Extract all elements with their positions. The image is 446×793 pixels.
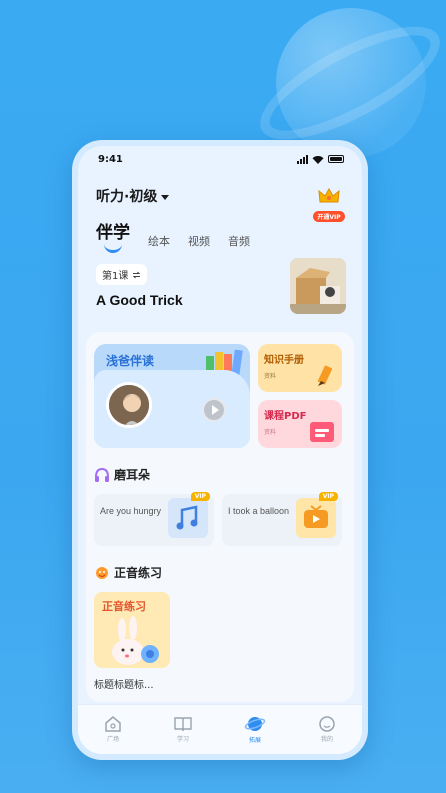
tabbar-item-plaza[interactable]: 广场 (104, 716, 122, 743)
wifi-icon (312, 155, 324, 164)
practice-section-header: 正音练习 (94, 564, 162, 581)
top-tabs: 伴学 绘本 视频 音频 (96, 218, 250, 253)
status-time: 9:41 (98, 153, 123, 165)
bunny-mascot-icon (112, 616, 159, 665)
reader-avatar (106, 382, 152, 428)
course-pdf-card[interactable]: 课程PDF 资料 (258, 400, 342, 448)
tabbar-label: 拓展 (248, 737, 261, 744)
tab-picture-book[interactable]: 绘本 (148, 233, 170, 249)
level-selector[interactable]: 听力·初级 (96, 186, 170, 206)
tabbar-label: 我的 (320, 736, 333, 743)
vip-tag: VIP (318, 492, 338, 501)
signal-icon (297, 154, 308, 164)
reader-card-title: 浅爸伴读 (106, 354, 155, 368)
level-label: 听力·初级 (96, 189, 158, 205)
tabbar-item-study[interactable]: 学习 (174, 716, 192, 743)
audio-item-title: I took a balloon (228, 506, 290, 516)
audio-item[interactable]: Are you hungry VIP (94, 492, 214, 546)
pencil-icon (317, 365, 333, 386)
lesson-cover-image[interactable] (290, 258, 346, 314)
tabbar-item-mine[interactable]: 我的 (318, 716, 336, 743)
document-icon (310, 422, 334, 442)
book-icon (174, 717, 192, 732)
bottom-tab-bar: 广场 学习 拓展 我的 (78, 704, 362, 754)
practice-card-caption: 标题标题标... (94, 680, 154, 691)
practice-section-title: 正音练习 (114, 566, 163, 580)
chevron-down-icon (161, 194, 170, 200)
face-icon (319, 716, 335, 732)
listening-section-title: 磨耳朵 (114, 468, 151, 482)
audio-item[interactable]: I took a balloon VIP (222, 492, 342, 546)
listening-section-header: 磨耳朵 (94, 466, 150, 483)
audio-item-title: Are you hungry (100, 506, 162, 516)
tabbar-item-explore[interactable]: 拓展 (244, 715, 266, 744)
phone-frame: 9:41 听力·初级 开通VIP 伴学 绘本 视频 音频 第1课 A Good … (72, 140, 368, 760)
handbook-sub: 资料 (264, 373, 277, 380)
status-bar: 9:41 (78, 146, 362, 172)
main-content: 浅爸伴读 知识手册 资料 课程PDF 资料 磨耳朵 Are you hungry… (86, 332, 354, 702)
lesson-number: 第1课 (102, 271, 129, 282)
vip-tag: VIP (190, 492, 210, 501)
handbook-title: 知识手册 (264, 355, 304, 366)
background-planet-decoration (276, 8, 426, 158)
pdf-title: 课程PDF (264, 411, 307, 422)
practice-card-label: 正音练习 (102, 600, 146, 613)
tab-audio[interactable]: 音频 (228, 233, 250, 249)
vip-label: 开通VIP (313, 211, 345, 222)
home-icon (105, 716, 121, 732)
tab-companion[interactable]: 伴学 (96, 218, 130, 253)
tabbar-label: 广场 (106, 736, 119, 743)
knowledge-handbook-card[interactable]: 知识手册 资料 (258, 344, 342, 392)
headphones-icon (95, 467, 109, 482)
speaker-face-icon (96, 566, 108, 579)
tabbar-label: 学习 (176, 736, 189, 743)
companion-reading-card[interactable]: 浅爸伴读 (94, 344, 250, 448)
lesson-switch-chip[interactable]: 第1课 (96, 264, 148, 285)
play-button[interactable] (202, 398, 226, 422)
planet-icon (244, 717, 266, 731)
pdf-sub: 资料 (264, 429, 277, 436)
tab-video[interactable]: 视频 (188, 233, 210, 249)
app-screen: 9:41 听力·初级 开通VIP 伴学 绘本 视频 音频 第1课 A Good … (78, 146, 362, 754)
status-icons (297, 154, 344, 164)
tv-icon (296, 498, 336, 538)
music-note-icon (168, 498, 208, 538)
lesson-title: A Good Trick (96, 292, 183, 308)
swap-icon (133, 271, 141, 278)
pronunciation-practice-card[interactable]: 正音练习 (94, 592, 170, 668)
battery-icon (328, 155, 344, 163)
vip-open-button[interactable]: 开通VIP (312, 188, 346, 223)
crown-icon (318, 188, 340, 203)
lesson-cover-illustration (290, 258, 346, 314)
